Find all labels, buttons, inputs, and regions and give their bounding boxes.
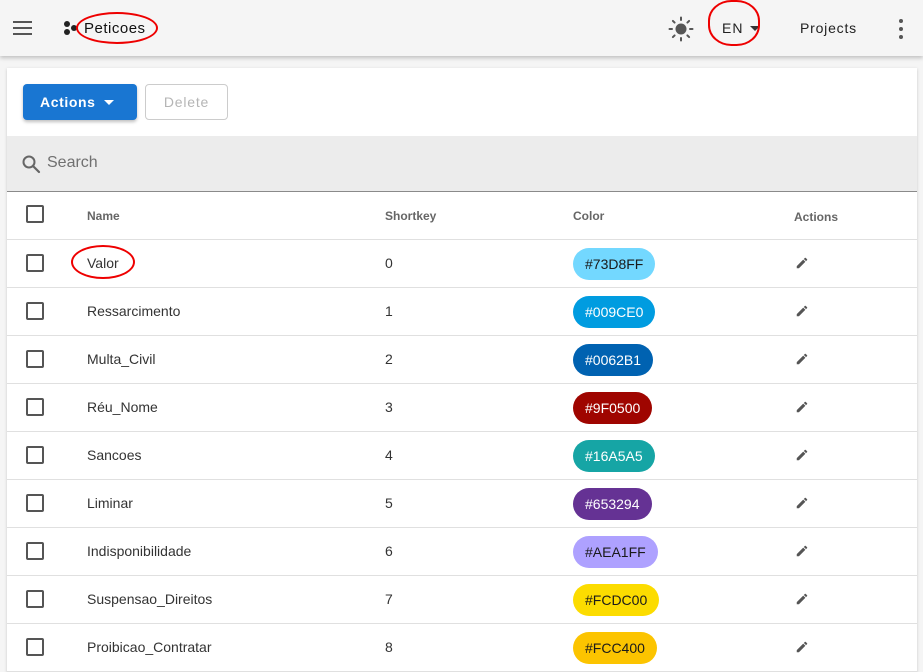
actions-button[interactable]: Actions [23,84,137,120]
delete-button[interactable]: Delete [145,84,228,120]
color-chip: #653294 [573,488,652,520]
table-row[interactable]: Indisponibilidade 6 #AEA1FF [7,528,917,576]
table-row[interactable]: Ressarcimento 1 #009CE0 [7,288,917,336]
table-header: Name Shortkey Color Actions [7,193,917,240]
search-input[interactable]: Search [47,154,98,172]
search-icon [22,155,41,174]
label-shortkey: 7 [385,591,393,607]
edit-icon[interactable] [795,400,809,414]
column-header-actions: Actions [794,210,839,224]
label-shortkey: 4 [385,447,393,463]
label-name: Liminar [87,495,133,511]
row-checkbox[interactable] [26,302,44,320]
color-chip: #16A5A5 [573,440,655,472]
label-shortkey: 8 [385,639,393,655]
label-shortkey: 3 [385,399,393,415]
color-chip: #73D8FF [573,248,656,280]
row-checkbox[interactable] [26,398,44,416]
row-checkbox[interactable] [26,590,44,608]
table-row[interactable]: Valor 0 #73D8FF [7,240,917,288]
label-shortkey: 6 [385,543,393,559]
more-vert-icon[interactable] [896,18,906,40]
row-checkbox[interactable] [26,542,44,560]
edit-icon[interactable] [795,640,809,654]
select-all-checkbox[interactable] [26,205,44,223]
label-shortkey: 5 [385,495,393,511]
menu-icon[interactable] [12,17,34,39]
table-row[interactable]: Liminar 5 #653294 [7,480,917,528]
column-header-color[interactable]: Color [573,209,604,223]
row-checkbox[interactable] [26,638,44,656]
table-row[interactable]: Réu_Nome 3 #9F0500 [7,384,917,432]
projects-link[interactable]: Projects [800,20,857,36]
color-chip: #9F0500 [573,392,653,424]
label-name: Proibicao_Contratar [87,639,212,655]
row-checkbox[interactable] [26,446,44,464]
edit-icon[interactable] [795,304,809,318]
row-checkbox[interactable] [26,350,44,368]
label-name: Ressarcimento [87,303,181,319]
labels-card: Actions Delete Search Name Shortkey Colo… [7,68,917,672]
edit-icon[interactable] [795,592,809,606]
color-chip: #AEA1FF [573,536,658,568]
edit-icon[interactable] [795,256,809,270]
brightness-icon[interactable] [668,16,694,42]
caret-down-icon [104,100,114,105]
label-shortkey: 1 [385,303,393,319]
edit-icon[interactable] [795,496,809,510]
actions-button-label: Actions [40,94,96,110]
edit-icon[interactable] [795,352,809,366]
table-row[interactable]: Proibicao_Contratar 8 #FCC400 [7,624,917,672]
row-checkbox[interactable] [26,494,44,512]
label-name: Réu_Nome [87,399,158,415]
label-shortkey: 0 [385,255,393,271]
annotation-circle [76,12,158,44]
column-header-name[interactable]: Name [87,209,120,223]
row-checkbox[interactable] [26,254,44,272]
table-row[interactable]: Suspensao_Direitos 7 #FCDC00 [7,576,917,624]
edit-icon[interactable] [795,448,809,462]
label-shortkey: 2 [385,351,393,367]
color-chip: #FCC400 [573,632,657,664]
color-chip: #FCDC00 [573,584,660,616]
label-name: Sancoes [87,447,142,463]
search-bar[interactable]: Search [7,136,917,192]
annotation-circle [71,245,135,279]
color-chip: #009CE0 [573,296,656,328]
label-name: Suspensao_Direitos [87,591,213,607]
app-bar: Peticoes EN Projects [0,0,923,56]
color-chip: #0062B1 [573,344,654,376]
column-header-shortkey[interactable]: Shortkey [385,209,436,223]
label-name: Indisponibilidade [87,543,192,559]
table-row[interactable]: Sancoes 4 #16A5A5 [7,432,917,480]
annotation-circle [708,0,760,46]
label-name: Multa_Civil [87,351,156,367]
table-row[interactable]: Multa_Civil 2 #0062B1 [7,336,917,384]
edit-icon[interactable] [795,544,809,558]
